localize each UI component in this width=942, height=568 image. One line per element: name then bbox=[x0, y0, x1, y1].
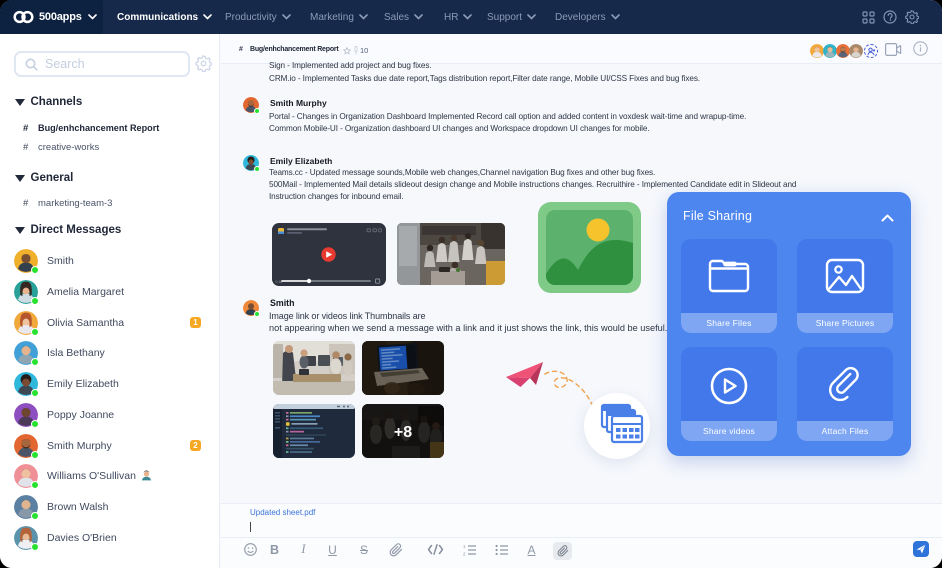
svg-text:+8: +8 bbox=[394, 424, 412, 441]
svg-text:0:18: 0:18 bbox=[276, 280, 283, 284]
svg-text:1: 1 bbox=[463, 544, 466, 549]
svg-text:2: 2 bbox=[463, 551, 466, 555]
